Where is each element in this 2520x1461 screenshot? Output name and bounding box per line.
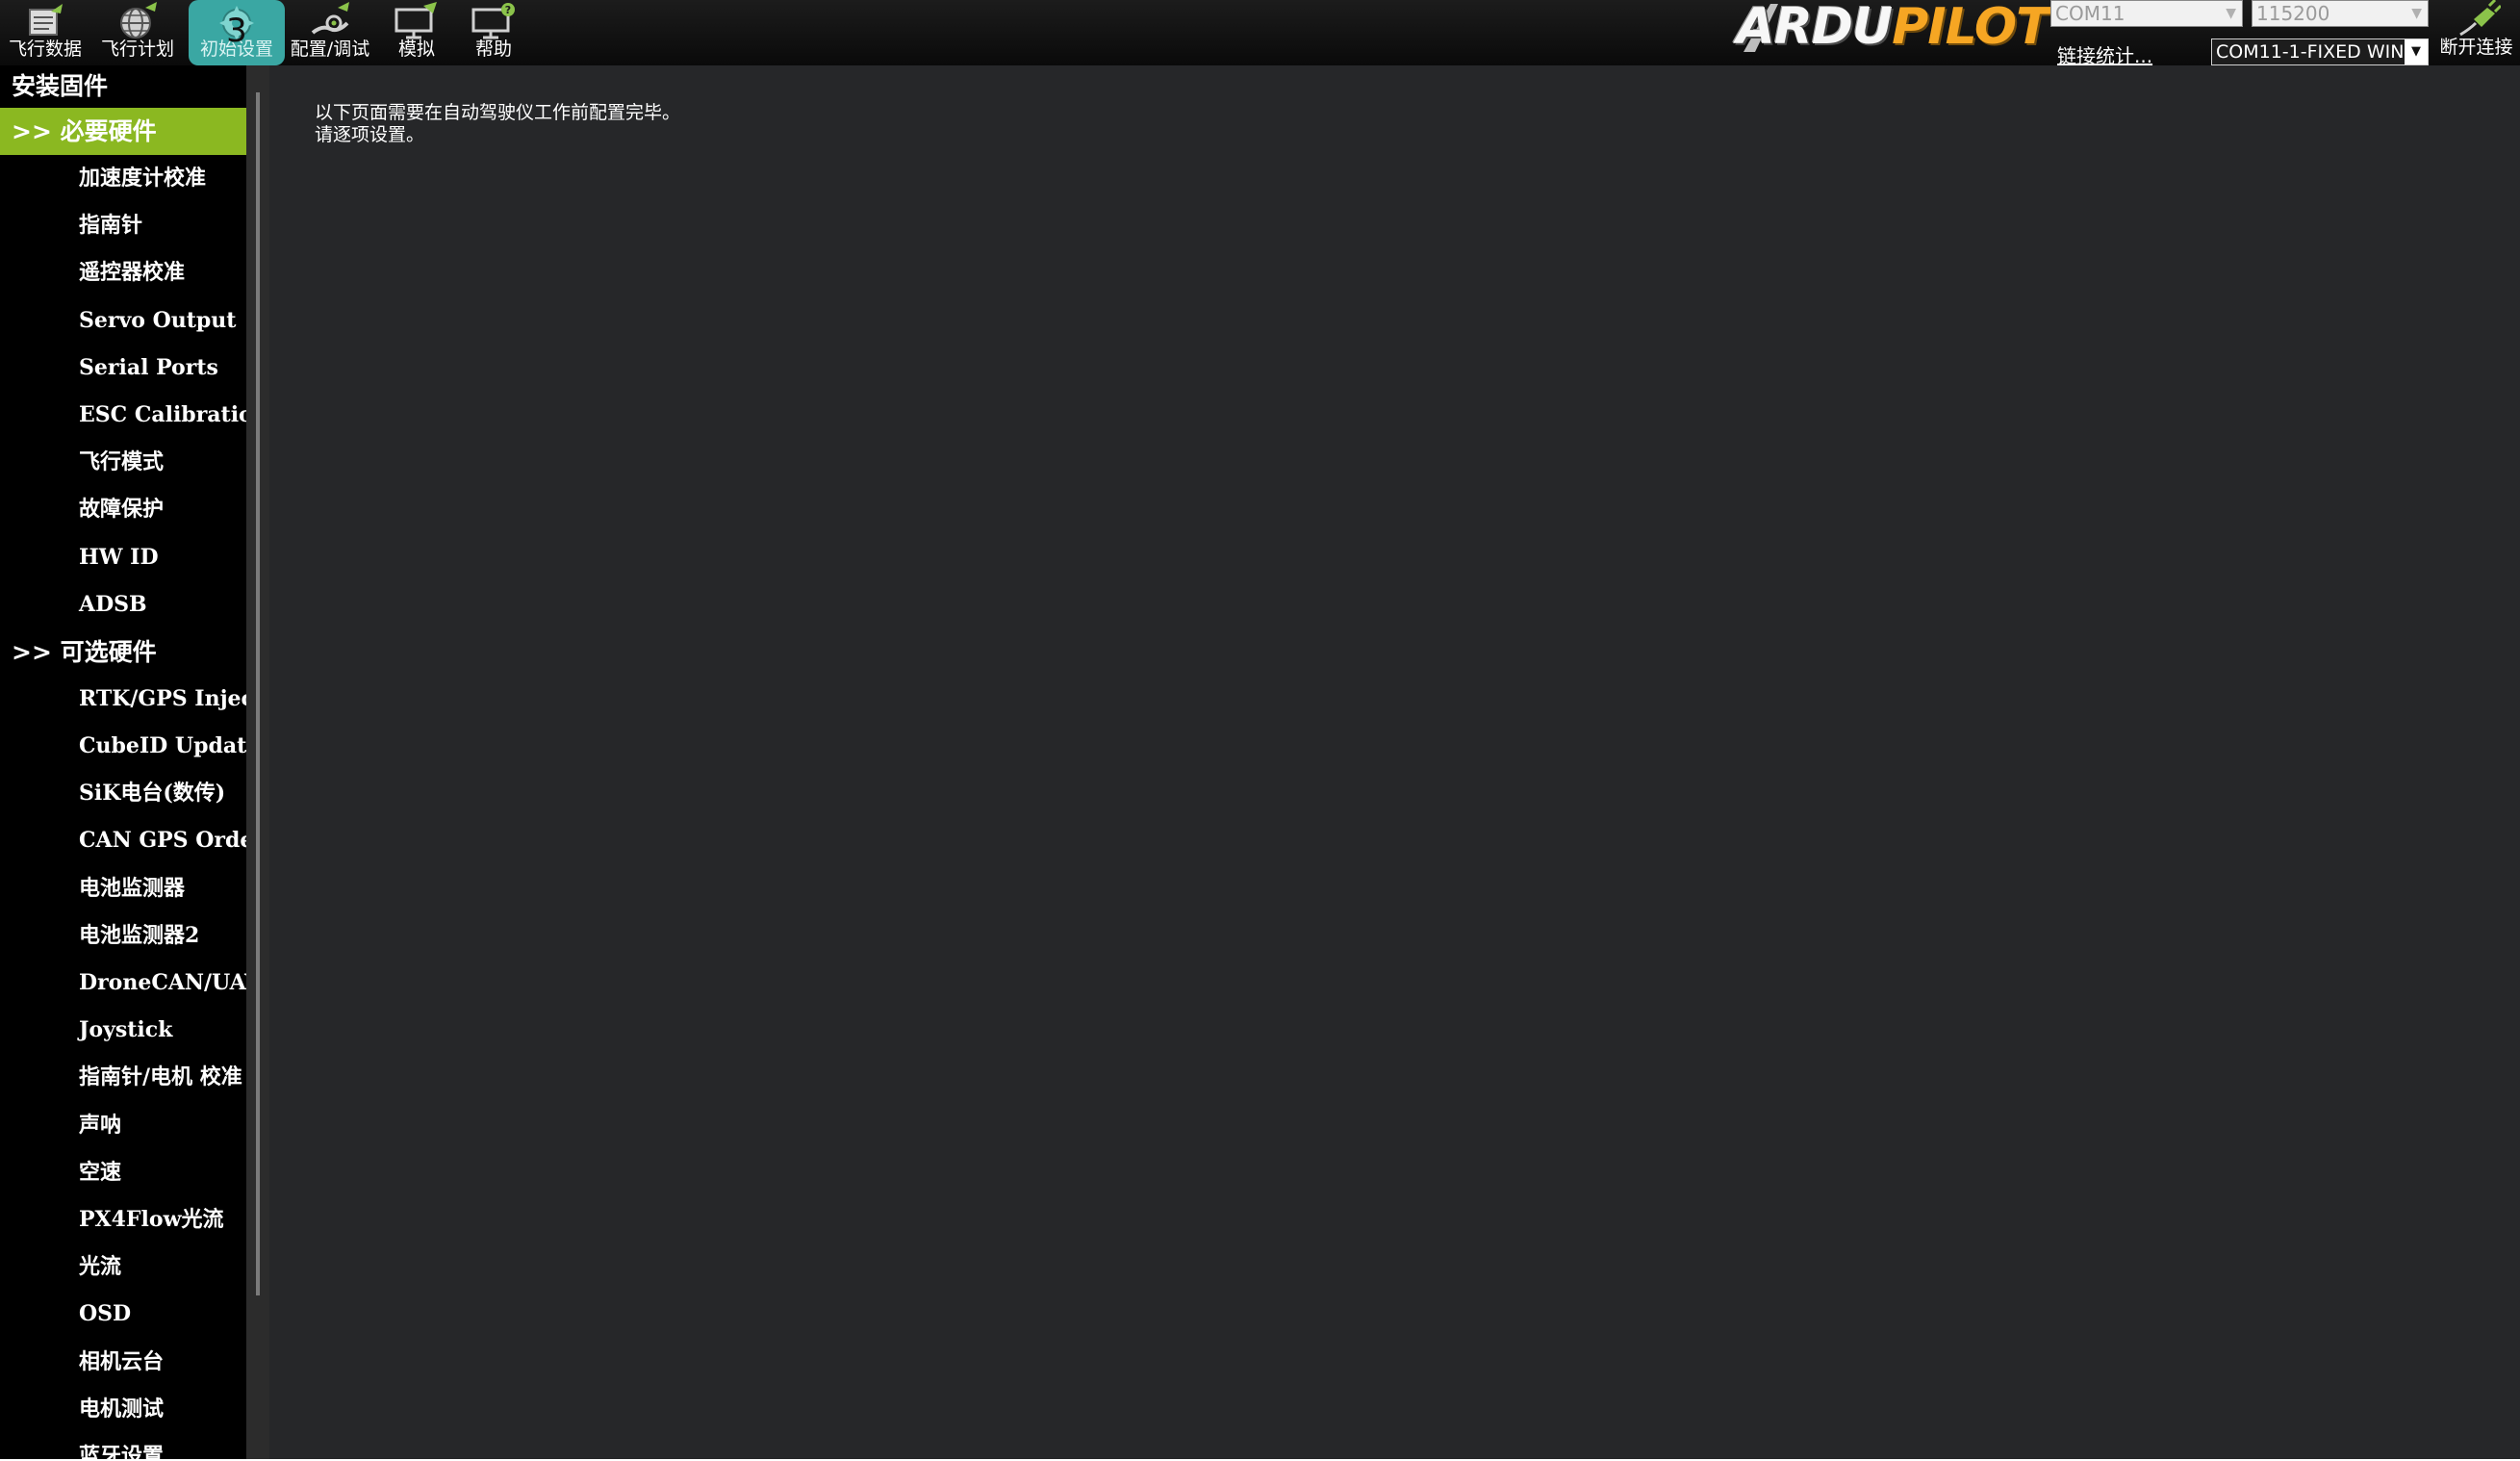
sidebar-item-dronecan-uavcan[interactable]: DroneCAN/UAVCAN <box>0 960 246 1007</box>
flight-data-icon <box>29 4 63 36</box>
sidebar-item-esc-calibration[interactable]: ESC Calibration <box>0 392 246 439</box>
sidebar-item-bluetooth-setup[interactable]: 蓝牙设置 <box>0 1433 246 1461</box>
sidebar-item-failsafe[interactable]: 故障保护 <box>0 486 246 533</box>
sidebar-item-sik-radio[interactable]: SiK电台(数传) <box>0 770 246 817</box>
tool-button-flight-plan[interactable]: 飞行计划 <box>96 0 179 65</box>
sidebar-item-flight-modes[interactable]: 飞行模式 <box>0 439 246 486</box>
link-stats-link[interactable]: 链接统计... <box>2057 40 2152 68</box>
tool-label: 模拟 <box>397 38 435 60</box>
logo-text-pilot: PILOT <box>1892 0 2049 56</box>
tool-button-simulation[interactable]: 模拟 <box>383 0 450 65</box>
tool-button-flight-data[interactable]: 飞行数据 <box>4 0 87 65</box>
com-port-value: COM11 <box>2055 2 2125 25</box>
sidebar-item-install-firmware[interactable]: 安装固件 <box>0 65 246 108</box>
baud-rate-select[interactable]: 115200 ▼ <box>2252 0 2429 27</box>
logo-text-ardu: ARDU <box>1736 0 1893 56</box>
com-port-select[interactable]: COM11 ▼ <box>2050 0 2243 27</box>
logo-text: ARDU PILOT <box>1736 0 2049 56</box>
sidebar-item-motor-test[interactable]: 电机测试 <box>0 1386 246 1433</box>
tool-label: 飞行数据 <box>8 38 82 60</box>
setup-menu-list: 安装固件 >> 必要硬件 加速度计校准 指南针 遥控器校准 Servo Outp… <box>0 65 246 1461</box>
tool-button-initial-setup[interactable]: 3 初始设置 <box>189 0 285 65</box>
tool-label: 断开连接 <box>2439 37 2513 58</box>
help-icon: ? <box>471 3 515 39</box>
sidebar-item-joystick[interactable]: Joystick <box>0 1007 246 1054</box>
mission-planner-window: 飞行数据 飞行计划 3 初始设置 配置/调试 模拟 ? 帮助 ARDU PILO… <box>0 0 2520 1461</box>
sidebar-item-compass-motor-calibration[interactable]: 指南针/电机 校准 <box>0 1054 246 1101</box>
chevron-down-icon: ▼ <box>2226 6 2236 21</box>
sidebar-item-compass[interactable]: 指南针 <box>0 202 246 249</box>
sidebar-item-airspeed[interactable]: 空速 <box>0 1149 246 1196</box>
disconnect-button[interactable]: 断开连接 <box>2432 0 2520 65</box>
config-tuning-icon <box>311 2 349 35</box>
tool-button-config-tuning[interactable]: 配置/调试 <box>285 0 375 65</box>
svg-text:?: ? <box>505 4 511 16</box>
sidebar-scrollbar-thumb[interactable] <box>256 92 260 1295</box>
tool-label: 配置/调试 <box>290 38 370 60</box>
setup-sidebar: 安装固件 >> 必要硬件 加速度计校准 指南针 遥控器校准 Servo Outp… <box>0 65 269 1461</box>
sidebar-item-servo-output[interactable]: Servo Output <box>0 297 246 345</box>
sidebar-item-battery-monitor-2[interactable]: 电池监测器2 <box>0 912 246 960</box>
tool-label: 帮助 <box>474 38 512 60</box>
sidebar-group-optional-hardware[interactable]: >> 可选硬件 <box>0 628 246 676</box>
connection-profile-value: COM11-1-FIXED WING <box>2216 41 2419 63</box>
sidebar-item-serial-ports[interactable]: Serial Ports <box>0 345 246 392</box>
ardupilot-logo: ARDU PILOT <box>1736 0 2049 56</box>
sidebar-item-rtk-gps-inject[interactable]: RTK/GPS Inject <box>0 676 246 723</box>
baud-rate-value: 115200 <box>2256 2 2330 25</box>
sidebar-item-camera-gimbal[interactable]: 相机云台 <box>0 1339 246 1386</box>
sidebar-item-hw-id[interactable]: HW ID <box>0 534 246 581</box>
sidebar-item-cubeid-update[interactable]: CubeID Update <box>0 723 246 770</box>
sidebar-item-adsb[interactable]: ADSB <box>0 581 246 628</box>
sidebar-group-required-hardware[interactable]: >> 必要硬件 <box>0 108 246 155</box>
setup-instructions-text: 以下页面需要在自动驾驶仪工作前配置完毕。请逐项设置。 <box>315 102 681 145</box>
sidebar-item-accel-calibration[interactable]: 加速度计校准 <box>0 155 246 202</box>
chevron-down-icon: ▼ <box>2411 6 2422 21</box>
sidebar-item-can-gps-order[interactable]: CAN GPS Order <box>0 817 246 864</box>
simulation-icon <box>395 2 437 39</box>
setup-step-badge: 3 <box>226 12 247 50</box>
tool-label: 飞行计划 <box>100 38 174 60</box>
tool-button-help[interactable]: ? 帮助 <box>460 0 527 65</box>
flight-plan-icon <box>120 2 157 38</box>
plug-icon <box>2458 0 2501 37</box>
main-toolbar: 飞行数据 飞行计划 3 初始设置 配置/调试 模拟 ? 帮助 ARDU PILO… <box>0 0 2520 68</box>
sidebar-item-osd[interactable]: OSD <box>0 1291 246 1338</box>
chevron-down-icon: ▼ <box>2405 39 2428 64</box>
setup-content-panel: 以下页面需要在自动驾驶仪工作前配置完毕。请逐项设置。 <box>272 65 2520 1461</box>
sidebar-item-optical-flow[interactable]: 光流 <box>0 1243 246 1291</box>
sidebar-item-battery-monitor[interactable]: 电池监测器 <box>0 865 246 912</box>
sidebar-item-px4flow[interactable]: PX4Flow光流 <box>0 1196 246 1243</box>
connection-profile-select[interactable]: COM11-1-FIXED WING ▼ <box>2211 38 2429 65</box>
sidebar-item-sonar[interactable]: 声呐 <box>0 1102 246 1149</box>
sidebar-item-radio-calibration[interactable]: 遥控器校准 <box>0 249 246 296</box>
